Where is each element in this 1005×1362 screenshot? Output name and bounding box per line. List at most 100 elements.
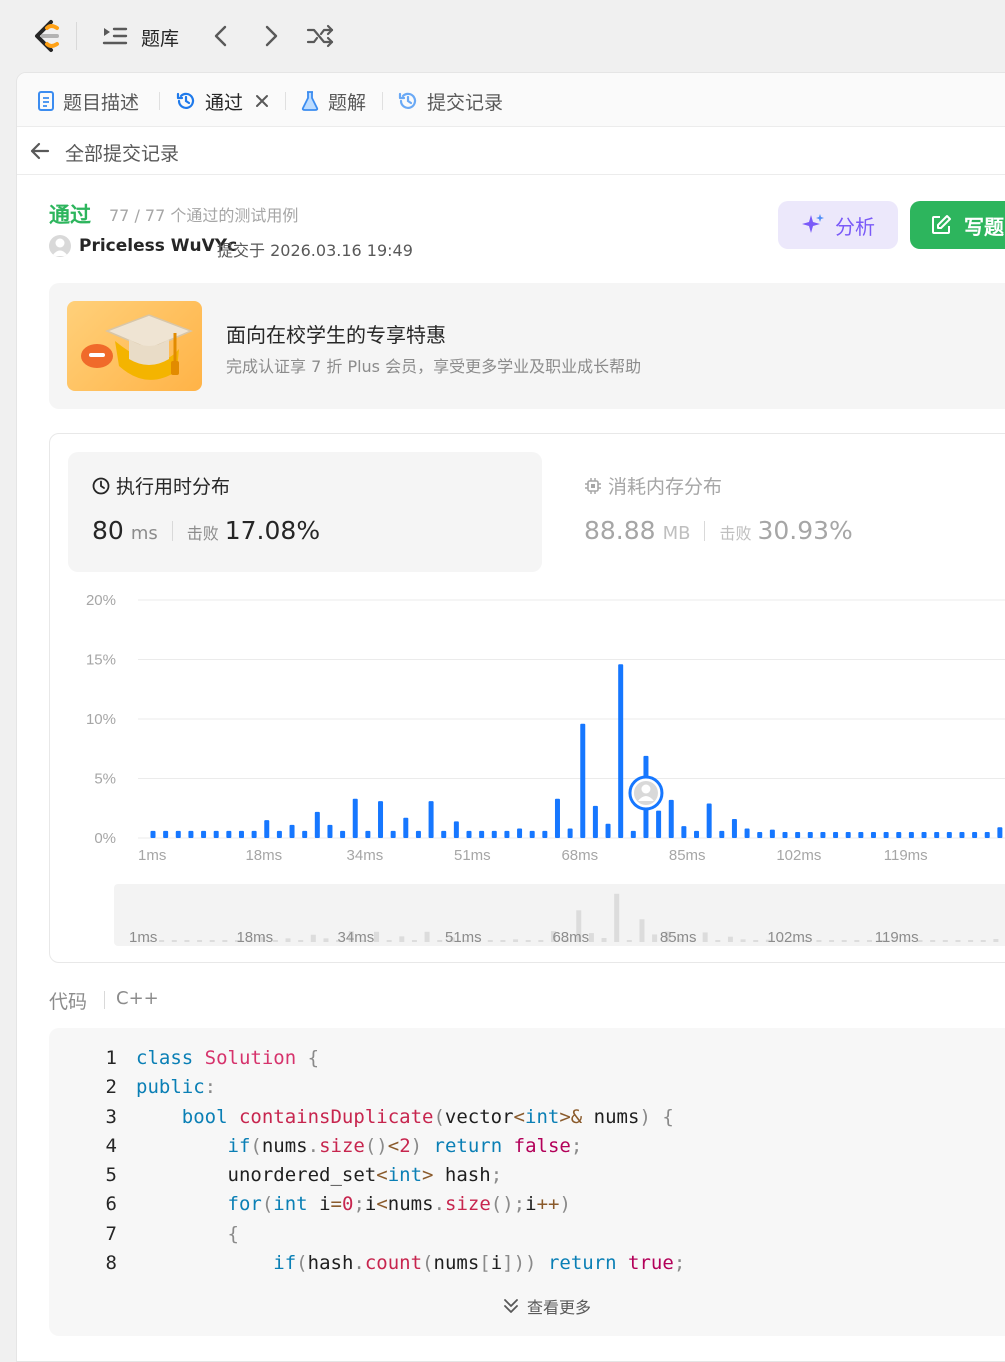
runtime-distribution-chart[interactable]: 20% 15% 10% 5% 0% 1ms 18ms 34ms 51ms 68ms 85ms 102m… [50,584,1005,884]
runtime-title: 执行用时分布 [92,472,230,499]
bar [820,832,826,838]
scrubber-bar [639,919,645,942]
scrubber-bar [626,940,632,942]
history-icon [176,92,195,109]
bar [378,801,384,838]
code-line: 2 public: [49,1076,1005,1105]
metric-divider [171,520,173,541]
submission-status: 通过 [49,203,91,227]
tab-label: 提交记录 [427,91,504,114]
bar [845,832,851,838]
code-line: 5 unordered_set<int> hash; [49,1164,1005,1193]
scrubber-bar [702,932,708,942]
student-promo-banner[interactable]: 面向在校学生的专享特惠 完成认证享 7 折 Plus 会员，享受更多学业及职业成… [49,283,1005,409]
line-number: 2 [105,1076,117,1098]
bar [744,828,750,838]
leetcode-logo-icon[interactable] [30,18,64,54]
scrubber-bar [588,933,594,942]
line-number: 8 [105,1252,117,1274]
tab-divider [382,92,383,110]
runtime-card[interactable]: 执行用时分布 80 ms 击败 17.08% [68,452,542,572]
memory-card[interactable]: 消耗内存分布 88.88 MB 击败 30.93% [560,452,1005,572]
arrow-left-icon[interactable] [29,140,51,162]
shuffle-icon[interactable] [304,22,336,50]
memory-unit: MB [662,523,691,544]
code-block[interactable]: 1 class Solution { 2 public: 3 bool contai… [49,1028,1005,1336]
bar [580,723,586,838]
y-tick-label: 20% [86,592,116,609]
line-number: 6 [105,1193,117,1215]
scrubber-bar [197,940,203,942]
tab-accepted[interactable]: 通过 [175,87,269,115]
scrubber-bar [942,940,948,942]
metric-divider [704,520,706,541]
avatar[interactable] [49,235,71,257]
runtime-metric: 80 ms 击败 17.08% [92,516,320,545]
problem-bank-link[interactable]: 题库 [141,24,179,51]
scrubber-bar [323,938,329,942]
bar [428,801,434,838]
scrubber-bar [601,938,607,942]
analyze-button[interactable]: 分析 [778,201,898,249]
scrubber-bar [386,940,392,942]
user-marker [628,775,664,811]
scrubber-bar [740,939,746,942]
scrubber-bar [500,940,506,942]
scrubber-bar [930,940,936,942]
x-tick-label: 51ms [454,847,491,864]
scrubber-tick-label: 1ms [129,929,157,946]
bar [984,832,990,838]
tab-bar: 题目描述 通过 题解 提交记录 [17,73,1005,127]
code-line: 6 for(int i=0;i<nums.size();i++) [49,1193,1005,1222]
chevron-left-icon[interactable] [208,22,234,50]
chevron-right-icon[interactable] [258,22,284,50]
bar [163,830,169,838]
runtime-title-label: 执行用时分布 [116,476,231,498]
scrubber-bar [272,940,278,942]
scrubber-bar [652,934,658,942]
chart-range-scrubber[interactable]: 1ms 18ms 34ms 51ms 68ms 85ms 102ms 119ms [114,884,1005,946]
tab-label: 题解 [328,91,367,114]
line-number: 1 [105,1047,117,1069]
bar [769,829,775,838]
scrubber-tick-label: 18ms [236,929,273,946]
promo-title: 面向在校学生的专享特惠 [226,323,446,347]
scrubber-bar [310,934,316,942]
close-icon[interactable] [255,94,269,108]
write-solution-button[interactable]: 写题 [910,201,1005,249]
bar [656,810,662,838]
username[interactable]: Priceless WuVYc [79,236,237,256]
tab-submissions[interactable]: 提交记录 [397,87,503,115]
tab-solutions[interactable]: 题解 [300,87,366,115]
bar [554,798,560,838]
scrubber-bar [866,940,872,942]
scrubber-bar [753,940,759,942]
scrubber-bar [285,938,291,942]
scrubber-bar [399,936,405,942]
bar [681,826,687,838]
document-icon [38,91,54,111]
code-line: 7 { [49,1223,1005,1252]
bar [921,832,927,838]
view-more-button[interactable]: 查看更多 [503,1294,591,1318]
x-tick-label: 102ms [776,847,821,864]
nav-divider [76,22,77,50]
bar [757,832,763,838]
bar [226,830,232,838]
problem-list-icon[interactable] [100,24,128,48]
scrubber-bar [955,940,961,942]
performance-section: 执行用时分布 80 ms 击败 17.08% 消耗内存分布 88.88 MB 击… [49,433,1005,963]
top-nav: 题库 [0,0,1005,72]
x-tick-label: 68ms [561,847,598,864]
y-tick-label: 15% [86,652,116,669]
bar [997,827,1003,838]
scrubber-bar [374,931,380,942]
tab-description[interactable]: 题目描述 [37,87,139,115]
clock-icon [92,477,110,494]
bar [352,798,358,838]
tab-divider [285,92,286,110]
all-submissions-link[interactable]: 全部提交记录 [65,139,179,166]
line-number: 3 [105,1106,117,1128]
code-language: C++ [116,988,159,1009]
scrubber-bar [854,940,860,942]
